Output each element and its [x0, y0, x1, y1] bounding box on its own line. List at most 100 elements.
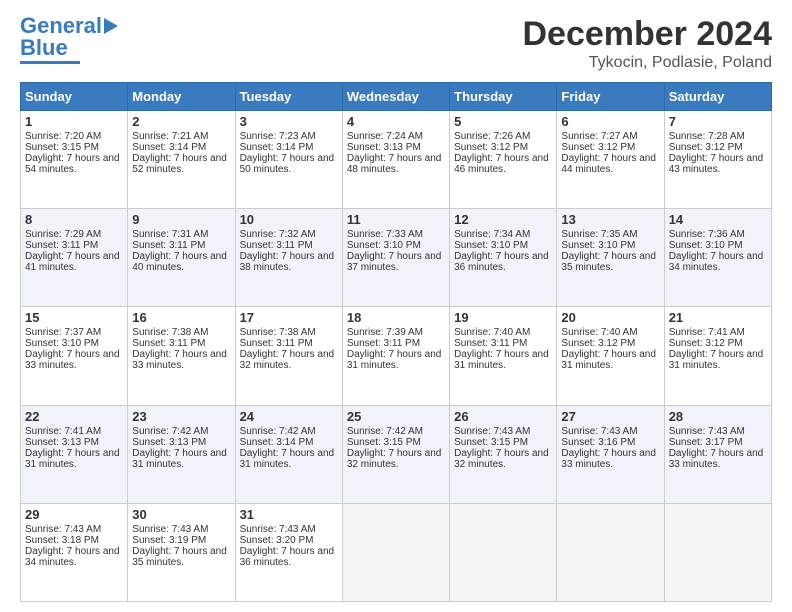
cell-day-number: 10 [240, 212, 338, 227]
table-row: 12Sunrise: 7:34 AMSunset: 3:10 PMDayligh… [450, 209, 557, 307]
cell-sunrise: Sunrise: 7:41 AM [669, 327, 767, 338]
cell-daylight: Daylight: 7 hours and 43 minutes. [669, 153, 767, 175]
table-row: 30Sunrise: 7:43 AMSunset: 3:19 PMDayligh… [128, 503, 235, 601]
cell-daylight: Daylight: 7 hours and 54 minutes. [25, 153, 123, 175]
cell-sunrise: Sunrise: 7:31 AM [132, 229, 230, 240]
cell-sunrise: Sunrise: 7:40 AM [454, 327, 552, 338]
cell-daylight: Daylight: 7 hours and 36 minutes. [240, 546, 338, 568]
cell-daylight: Daylight: 7 hours and 40 minutes. [132, 251, 230, 273]
calendar-week-row: 1Sunrise: 7:20 AMSunset: 3:15 PMDaylight… [21, 111, 772, 209]
cell-daylight: Daylight: 7 hours and 32 minutes. [454, 448, 552, 470]
cell-sunset: Sunset: 3:18 PM [25, 535, 123, 546]
cell-daylight: Daylight: 7 hours and 36 minutes. [454, 251, 552, 273]
cell-daylight: Daylight: 7 hours and 46 minutes. [454, 153, 552, 175]
cell-sunrise: Sunrise: 7:43 AM [25, 524, 123, 535]
cell-sunrise: Sunrise: 7:32 AM [240, 229, 338, 240]
cell-daylight: Daylight: 7 hours and 38 minutes. [240, 251, 338, 273]
cell-sunrise: Sunrise: 7:28 AM [669, 131, 767, 142]
cell-daylight: Daylight: 7 hours and 31 minutes. [454, 349, 552, 371]
table-row: 20Sunrise: 7:40 AMSunset: 3:12 PMDayligh… [557, 307, 664, 405]
cell-sunset: Sunset: 3:10 PM [561, 240, 659, 251]
calendar-week-row: 22Sunrise: 7:41 AMSunset: 3:13 PMDayligh… [21, 405, 772, 503]
cell-day-number: 3 [240, 114, 338, 129]
cell-sunrise: Sunrise: 7:21 AM [132, 131, 230, 142]
cell-sunrise: Sunrise: 7:42 AM [347, 426, 445, 437]
cell-daylight: Daylight: 7 hours and 35 minutes. [132, 546, 230, 568]
table-row: 28Sunrise: 7:43 AMSunset: 3:17 PMDayligh… [664, 405, 771, 503]
cell-daylight: Daylight: 7 hours and 48 minutes. [347, 153, 445, 175]
cell-daylight: Daylight: 7 hours and 32 minutes. [347, 448, 445, 470]
cell-sunrise: Sunrise: 7:35 AM [561, 229, 659, 240]
cell-sunset: Sunset: 3:15 PM [25, 142, 123, 153]
cell-daylight: Daylight: 7 hours and 34 minutes. [669, 251, 767, 273]
cell-sunrise: Sunrise: 7:29 AM [25, 229, 123, 240]
cell-sunset: Sunset: 3:13 PM [25, 437, 123, 448]
table-row: 29Sunrise: 7:43 AMSunset: 3:18 PMDayligh… [21, 503, 128, 601]
cell-sunset: Sunset: 3:11 PM [454, 338, 552, 349]
cell-day-number: 15 [25, 310, 123, 325]
logo: General Blue [20, 15, 118, 64]
month-year-title: December 2024 [522, 15, 772, 54]
cell-sunrise: Sunrise: 7:38 AM [132, 327, 230, 338]
logo-underline [20, 61, 80, 64]
cell-day-number: 18 [347, 310, 445, 325]
cell-sunrise: Sunrise: 7:37 AM [25, 327, 123, 338]
table-row: 27Sunrise: 7:43 AMSunset: 3:16 PMDayligh… [557, 405, 664, 503]
calendar-week-row: 29Sunrise: 7:43 AMSunset: 3:18 PMDayligh… [21, 503, 772, 601]
header-wednesday: Wednesday [342, 83, 449, 111]
logo-blue: Blue [20, 37, 68, 59]
title-block: December 2024 Tykocin, Podlasie, Poland [522, 15, 772, 72]
cell-sunrise: Sunrise: 7:33 AM [347, 229, 445, 240]
table-row: 3Sunrise: 7:23 AMSunset: 3:14 PMDaylight… [235, 111, 342, 209]
cell-day-number: 20 [561, 310, 659, 325]
cell-sunset: Sunset: 3:10 PM [454, 240, 552, 251]
cell-day-number: 23 [132, 409, 230, 424]
logo-text: General [20, 15, 102, 37]
cell-sunset: Sunset: 3:12 PM [561, 338, 659, 349]
cell-day-number: 17 [240, 310, 338, 325]
table-row: 24Sunrise: 7:42 AMSunset: 3:14 PMDayligh… [235, 405, 342, 503]
cell-day-number: 1 [25, 114, 123, 129]
cell-sunset: Sunset: 3:11 PM [347, 338, 445, 349]
cell-day-number: 25 [347, 409, 445, 424]
table-row: 23Sunrise: 7:42 AMSunset: 3:13 PMDayligh… [128, 405, 235, 503]
cell-daylight: Daylight: 7 hours and 31 minutes. [25, 448, 123, 470]
header-monday: Monday [128, 83, 235, 111]
cell-day-number: 27 [561, 409, 659, 424]
cell-sunrise: Sunrise: 7:42 AM [132, 426, 230, 437]
cell-daylight: Daylight: 7 hours and 33 minutes. [132, 349, 230, 371]
cell-day-number: 19 [454, 310, 552, 325]
page: General Blue December 2024 Tykocin, Podl… [0, 0, 792, 612]
table-row: 1Sunrise: 7:20 AMSunset: 3:15 PMDaylight… [21, 111, 128, 209]
cell-daylight: Daylight: 7 hours and 31 minutes. [240, 448, 338, 470]
table-row: 5Sunrise: 7:26 AMSunset: 3:12 PMDaylight… [450, 111, 557, 209]
table-row [450, 503, 557, 601]
table-row: 10Sunrise: 7:32 AMSunset: 3:11 PMDayligh… [235, 209, 342, 307]
header-tuesday: Tuesday [235, 83, 342, 111]
cell-sunset: Sunset: 3:19 PM [132, 535, 230, 546]
cell-sunrise: Sunrise: 7:27 AM [561, 131, 659, 142]
table-row: 26Sunrise: 7:43 AMSunset: 3:15 PMDayligh… [450, 405, 557, 503]
cell-sunset: Sunset: 3:16 PM [561, 437, 659, 448]
cell-sunset: Sunset: 3:12 PM [454, 142, 552, 153]
cell-daylight: Daylight: 7 hours and 33 minutes. [669, 448, 767, 470]
header: General Blue December 2024 Tykocin, Podl… [20, 15, 772, 72]
table-row: 31Sunrise: 7:43 AMSunset: 3:20 PMDayligh… [235, 503, 342, 601]
header-saturday: Saturday [664, 83, 771, 111]
table-row: 6Sunrise: 7:27 AMSunset: 3:12 PMDaylight… [557, 111, 664, 209]
cell-daylight: Daylight: 7 hours and 31 minutes. [347, 349, 445, 371]
cell-day-number: 4 [347, 114, 445, 129]
cell-day-number: 24 [240, 409, 338, 424]
cell-sunset: Sunset: 3:12 PM [561, 142, 659, 153]
table-row: 11Sunrise: 7:33 AMSunset: 3:10 PMDayligh… [342, 209, 449, 307]
cell-sunset: Sunset: 3:15 PM [454, 437, 552, 448]
cell-daylight: Daylight: 7 hours and 52 minutes. [132, 153, 230, 175]
cell-sunset: Sunset: 3:13 PM [347, 142, 445, 153]
cell-daylight: Daylight: 7 hours and 33 minutes. [561, 448, 659, 470]
cell-daylight: Daylight: 7 hours and 37 minutes. [347, 251, 445, 273]
cell-daylight: Daylight: 7 hours and 50 minutes. [240, 153, 338, 175]
cell-sunset: Sunset: 3:11 PM [132, 240, 230, 251]
cell-day-number: 6 [561, 114, 659, 129]
cell-sunset: Sunset: 3:10 PM [347, 240, 445, 251]
cell-sunset: Sunset: 3:12 PM [669, 338, 767, 349]
